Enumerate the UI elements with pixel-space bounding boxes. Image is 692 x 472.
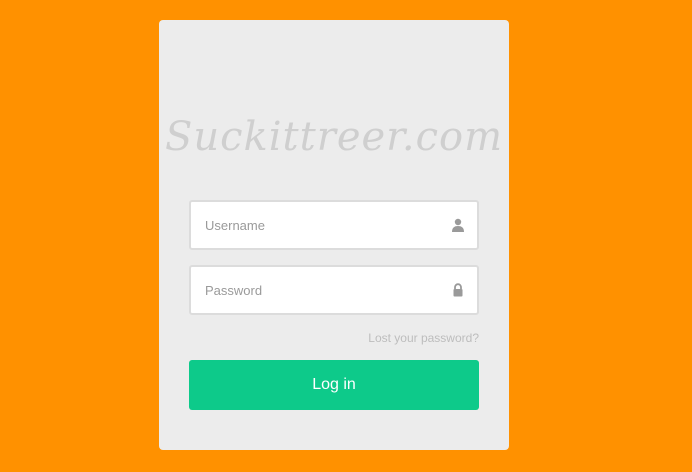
username-input[interactable] xyxy=(205,202,445,248)
user-icon xyxy=(452,218,464,232)
username-field[interactable] xyxy=(189,200,479,250)
lock-icon xyxy=(453,283,463,297)
site-logo: Suckittreer.com xyxy=(164,114,504,160)
login-button[interactable]: Log in xyxy=(189,360,479,410)
password-field[interactable] xyxy=(189,265,479,315)
login-card: Suckittreer.com Lost your password? Log … xyxy=(159,20,509,450)
lost-password-link[interactable]: Lost your password? xyxy=(368,331,479,345)
password-input[interactable] xyxy=(205,267,445,313)
